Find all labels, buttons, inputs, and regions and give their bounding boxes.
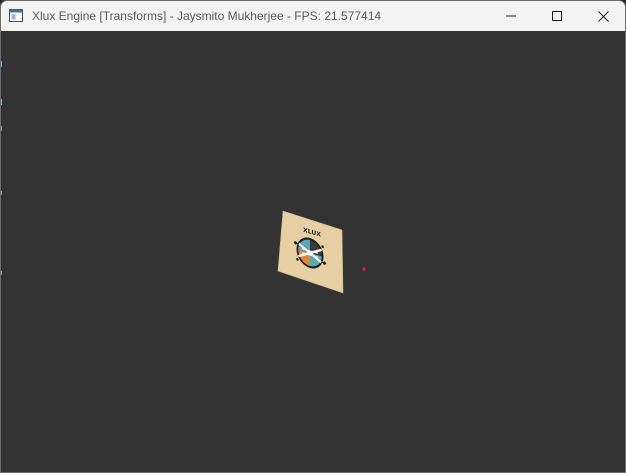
app-window-icon	[9, 9, 23, 22]
close-button[interactable]	[580, 1, 625, 31]
maximize-button[interactable]	[534, 1, 580, 31]
minimize-icon	[506, 15, 516, 17]
app-window: Xlux Engine [Transforms] - Jaysmito Mukh…	[0, 0, 626, 473]
maximize-icon	[552, 11, 562, 21]
minimize-button[interactable]	[488, 1, 534, 31]
render-viewport[interactable]: XLUX	[1, 31, 625, 472]
close-icon	[597, 10, 609, 22]
marker-point	[362, 267, 366, 271]
scene-canvas: XLUX	[277, 210, 366, 294]
title-bar[interactable]: Xlux Engine [Transforms] - Jaysmito Mukh…	[1, 1, 625, 31]
textured-quad: XLUX	[277, 210, 344, 294]
window-title: Xlux Engine [Transforms] - Jaysmito Mukh…	[32, 9, 382, 23]
left-edge-artifact	[1, 61, 2, 275]
